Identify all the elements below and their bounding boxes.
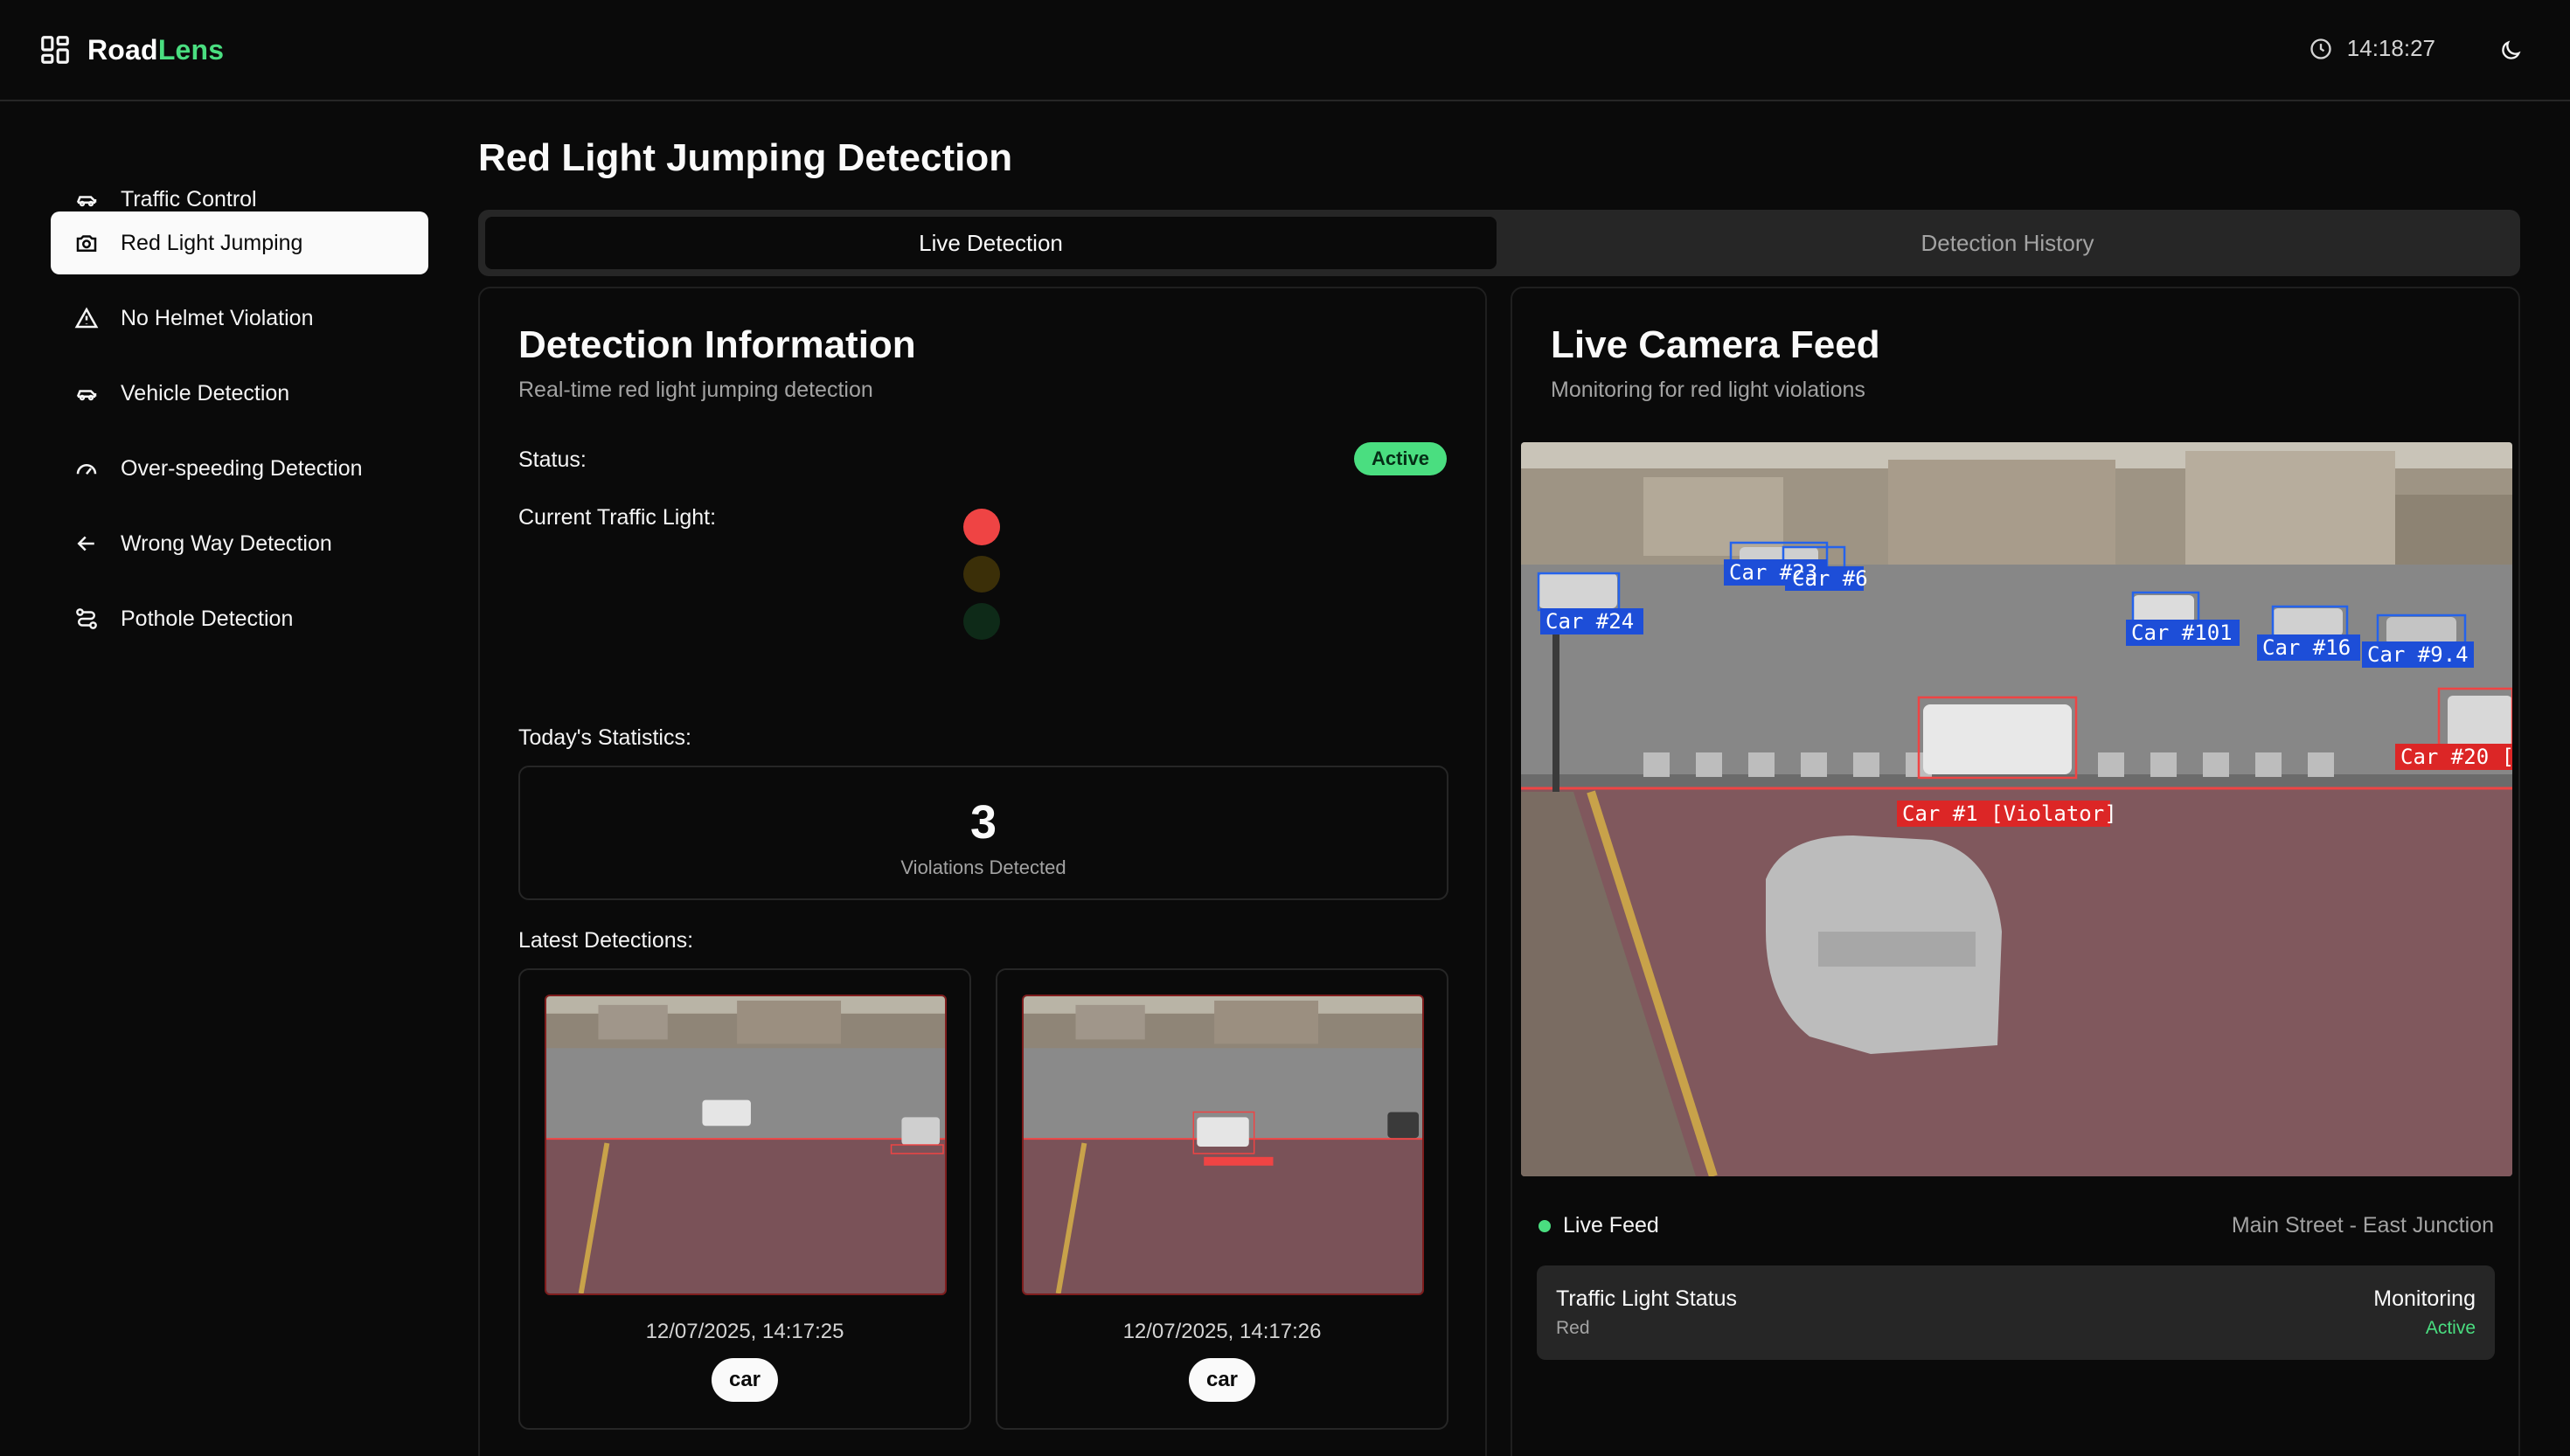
tab-live-detection[interactable]: Live Detection [485,217,1497,269]
sidebar-item-label: Pothole Detection [121,606,294,631]
street-scene-thumbnail [1024,996,1422,1293]
detection-timestamp: 12/07/2025, 14:17:25 [645,1320,844,1343]
camera-location: Main Street - East Junction [2231,1213,2494,1238]
detection-box-label: Car #20 [Vi [2400,745,2512,769]
detection-type-badge: car [711,1358,779,1402]
traffic-light-label: Current Traffic Light: [518,505,717,530]
detection-box-label: Car #101 [2131,621,2233,645]
live-camera-feed-card: Live Camera Feed Monitoring for red ligh… [1511,287,2520,1456]
detection-info-title: Detection Information [518,323,916,366]
detection-information-card: Detection Information Real-time red ligh… [478,287,1487,1456]
tab-detection-history[interactable]: Detection History [1502,217,2513,269]
detection-box-label: Car #16 [2262,635,2351,660]
violations-stat-box: 3 Violations Detected [518,766,1448,900]
live-feed-indicator: Live Feed [1539,1213,1659,1238]
detection-box-label: Car #9.4 [2367,642,2469,667]
sidebar-item-red-light-jumping[interactable]: Red Light Jumping [51,211,428,274]
car-icon [76,390,97,401]
camera-title: Live Camera Feed [1551,323,1880,366]
sidebar-item-label: No Helmet Violation [121,305,314,330]
detection-snapshot[interactable] [545,995,947,1295]
camera-icon [76,235,97,252]
current-time: 14:18:27 [2346,35,2435,61]
sidebar-item-pothole-detection[interactable]: Pothole Detection [51,587,428,650]
arrow-left-icon [77,536,94,551]
sidebar-item-label: Over-speeding Detection [121,455,363,481]
tab-list: Live Detection Detection History [478,210,2520,276]
sidebar-item-vehicle-detection[interactable]: Vehicle Detection [51,362,428,425]
detection-type-badge: car [1188,1358,1256,1402]
traffic-light-green [963,603,1000,640]
sidebar-item-wrong-way-detection[interactable]: Wrong Way Detection [51,512,428,575]
street-scene-thumbnail [546,996,945,1293]
monitoring-value: Active [2425,1318,2476,1338]
warning-icon [74,307,99,329]
detection-card[interactable]: 12/07/2025, 14:17:26 car [996,968,1448,1430]
gauge-icon [76,464,97,475]
detection-snapshot[interactable] [1022,995,1424,1295]
brand-name: RoadLens [87,34,224,66]
car-icon [76,196,97,207]
route-icon [76,608,97,629]
detection-box-label: Car #1 [Violator] [1902,801,2117,826]
status-label: Status: [518,447,587,472]
theme-toggle-button[interactable] [2493,33,2528,68]
monitoring-label: Monitoring [2373,1286,2476,1311]
sidebar-item-label: Traffic Control [121,186,257,211]
traffic-light-status-label: Traffic Light Status [1556,1286,1738,1311]
detection-card[interactable]: 12/07/2025, 14:17:25 car [518,968,971,1430]
traffic-light-yellow [963,556,1000,593]
clock: 14:18:27 [2309,35,2435,62]
latest-detections-label: Latest Detections: [518,928,694,953]
violations-count: 3 [969,796,997,849]
detection-timestamp: 12/07/2025, 14:17:26 [1122,1320,1322,1343]
moon-icon [2502,40,2521,59]
detection-box-label: Car #6 [1792,566,1868,591]
live-feed-label: Live Feed [1563,1213,1659,1238]
top-bar: RoadLens 14:18:27 [0,0,2570,101]
live-status-dot [1539,1219,1551,1232]
brand-part-lens: Lens [157,33,225,66]
sidebar: Traffic Control Red Light Jumping No Hel… [0,103,455,1456]
traffic-light-status-value: Red [1556,1318,1590,1338]
brand-part-road: Road [87,33,158,66]
traffic-light-status-panel: Traffic Light Status Red Monitoring Acti… [1537,1265,2495,1360]
statistics-label: Today's Statistics: [518,725,691,750]
sidebar-item-label: Vehicle Detection [121,380,290,406]
camera-feed-view[interactable]: Car #24 Car #23 Car #6 Car #101 Car #16 … [1521,442,2512,1176]
sidebar-item-label: Red Light Jumping [121,230,303,255]
dashboard-grid-icon [41,36,69,64]
app-logo[interactable]: RoadLens [38,33,224,66]
page-title: Red Light Jumping Detection [478,136,1013,179]
sidebar-item-over-speeding-detection[interactable]: Over-speeding Detection [51,437,428,500]
sidebar-item-no-helmet-violation[interactable]: No Helmet Violation [51,287,428,350]
clock-icon [2310,38,2331,59]
detection-box-label: Car #24 [1545,609,1634,634]
sidebar-item-label: Wrong Way Detection [121,530,332,556]
camera-subtitle: Monitoring for red light violations [1551,378,1865,402]
traffic-light-red [963,509,1000,545]
violations-label: Violations Detected [900,856,1066,878]
detection-info-subtitle: Real-time red light jumping detection [518,378,873,402]
status-badge: Active [1353,442,1447,475]
street-scene-feed: Car #24 Car #23 Car #6 Car #101 Car #16 … [1521,442,2512,1176]
